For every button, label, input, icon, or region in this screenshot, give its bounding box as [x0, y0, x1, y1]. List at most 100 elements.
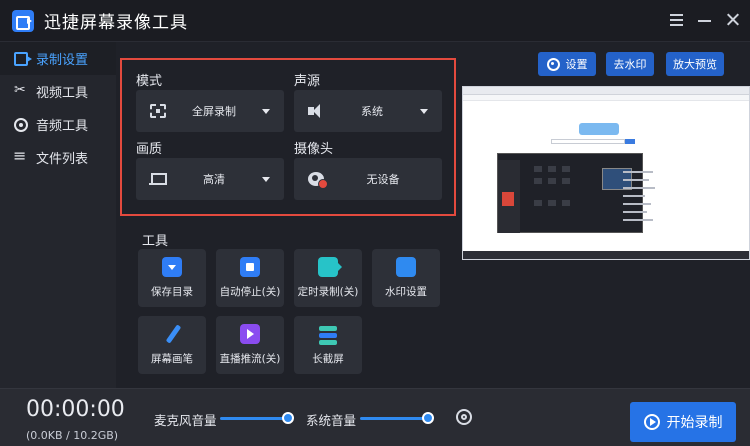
settings-button[interactable]: 设置 — [538, 52, 596, 76]
chevron-down-icon — [262, 176, 270, 182]
tool-label: 直播推流(关) — [219, 353, 281, 365]
long-screenshot-icon — [318, 324, 338, 344]
sidebar-item-label: 文件列表 — [36, 152, 89, 167]
system-volume-slider[interactable] — [422, 412, 434, 424]
sidebar: 录制设置 视频工具 音频工具 文件列表 — [0, 42, 116, 388]
app-logo-icon — [12, 9, 34, 32]
preview-text-line — [623, 203, 651, 205]
record-timer: 00:00:00 — [26, 397, 125, 422]
camera-label: 摄像头 — [294, 142, 334, 157]
preview-text-line — [623, 171, 653, 173]
system-volume-track[interactable] — [360, 417, 428, 420]
window-controls — [670, 10, 740, 28]
preview-tile — [534, 166, 542, 172]
audio-source-select[interactable]: 系统 — [294, 90, 442, 132]
sidebar-item-file-list[interactable]: 文件列表 — [0, 141, 116, 174]
preview-taskbar — [463, 251, 749, 259]
speaker-icon — [308, 104, 324, 118]
auto-stop-button[interactable]: 自动停止(关) — [216, 249, 284, 307]
quality-value: 高清 — [203, 173, 225, 186]
stop-icon — [240, 257, 260, 277]
mode-label: 模式 — [136, 74, 163, 89]
gear-icon[interactable] — [456, 409, 472, 425]
main-panel: 模式 全屏录制 声源 系统 画质 高清 摄像头 无设备 工具 保存目录 自动停止… — [116, 42, 750, 388]
preview-text-line — [623, 179, 649, 181]
scheduled-record-button[interactable]: 定时录制(关) — [294, 249, 362, 307]
preview-browser-bar — [463, 87, 749, 95]
settings-button-label: 设置 — [565, 58, 588, 71]
settings-highlight-box: 模式 全屏录制 声源 系统 画质 高清 摄像头 无设备 — [120, 58, 456, 216]
chevron-down-icon — [262, 108, 270, 114]
record-icon — [14, 51, 32, 66]
preview-search-button — [625, 139, 635, 144]
tools-label: 工具 — [142, 234, 169, 249]
preview-app-banner — [502, 192, 514, 206]
start-recording-button[interactable]: 开始录制 — [630, 402, 736, 442]
chevron-down-icon — [420, 108, 428, 114]
preview-search-box — [551, 139, 625, 144]
sidebar-item-video-tools[interactable]: 视频工具 — [0, 75, 116, 108]
tool-label: 水印设置 — [385, 286, 427, 298]
tool-label: 长截屏 — [312, 353, 344, 365]
mic-volume-track[interactable] — [220, 417, 288, 420]
pen-icon — [162, 324, 182, 344]
preview-tile — [534, 178, 542, 184]
camera-select[interactable]: 无设备 — [294, 158, 442, 200]
sidebar-item-label: 音频工具 — [36, 119, 89, 134]
sidebar-item-label: 录制设置 — [36, 53, 89, 68]
camera-value: 无设备 — [366, 173, 400, 186]
minimize-icon[interactable] — [698, 10, 712, 28]
preview-tile — [548, 166, 556, 172]
zoom-preview-button[interactable]: 放大预览 — [666, 52, 724, 76]
tool-label: 定时录制(关) — [297, 286, 359, 298]
laptop-icon — [149, 172, 167, 186]
gear-icon — [546, 57, 560, 71]
quality-label: 画质 — [136, 142, 163, 157]
menu-icon[interactable] — [670, 10, 684, 28]
save-directory-button[interactable]: 保存目录 — [138, 249, 206, 307]
tool-label: 屏幕画笔 — [151, 353, 193, 365]
mode-select[interactable]: 全屏录制 — [136, 90, 284, 132]
live-tv-icon — [240, 324, 260, 344]
mode-value: 全屏录制 — [192, 105, 236, 118]
file-size-info: (0.0KB / 10.2GB) — [26, 429, 119, 442]
start-recording-label: 开始录制 — [666, 415, 723, 431]
preview-text-line — [623, 187, 655, 189]
remove-watermark-label: 去水印 — [613, 58, 647, 71]
sidebar-item-record-settings[interactable]: 录制设置 — [0, 42, 116, 75]
preview-tile — [562, 166, 570, 172]
watermark-settings-button[interactable]: 水印设置 — [372, 249, 440, 307]
quality-select[interactable]: 高清 — [136, 158, 284, 200]
screen-pen-button[interactable]: 屏幕画笔 — [138, 316, 206, 374]
preview-text-line — [623, 195, 645, 197]
camera-off-icon — [308, 172, 328, 189]
app-title: 迅捷屏幕录像工具 — [44, 13, 188, 33]
video-camera-icon — [318, 257, 342, 277]
preview-app-window — [497, 153, 643, 233]
scissors-icon — [14, 82, 28, 99]
remove-watermark-button[interactable]: 去水印 — [606, 52, 654, 76]
preview-toolbar — [463, 95, 749, 101]
preview-tile — [548, 178, 556, 184]
sidebar-item-audio-tools[interactable]: 音频工具 — [0, 108, 116, 141]
system-volume-label: 系统音量 — [306, 413, 357, 428]
mic-volume-label: 麦克风音量 — [154, 413, 217, 428]
audio-source-label: 声源 — [294, 74, 321, 89]
preview-tile — [562, 200, 570, 206]
screen-preview — [462, 86, 750, 260]
close-icon[interactable] — [726, 10, 740, 28]
play-icon — [643, 414, 660, 430]
mic-volume-slider[interactable] — [282, 412, 294, 424]
tool-label: 保存目录 — [151, 286, 193, 298]
preview-tile — [548, 200, 556, 206]
bottom-bar: 00:00:00 (0.0KB / 10.2GB) 麦克风音量 系统音量 开始录… — [0, 388, 750, 446]
live-stream-button[interactable]: 直播推流(关) — [216, 316, 284, 374]
zoom-preview-label: 放大预览 — [673, 58, 717, 71]
watermark-drop-icon — [396, 257, 416, 277]
list-icon — [13, 146, 28, 165]
title-bar: 迅捷屏幕录像工具 — [0, 0, 750, 42]
audio-source-value: 系统 — [361, 105, 383, 118]
tool-label: 自动停止(关) — [219, 286, 281, 298]
fullscreen-icon — [150, 104, 166, 118]
long-screenshot-button[interactable]: 长截屏 — [294, 316, 362, 374]
